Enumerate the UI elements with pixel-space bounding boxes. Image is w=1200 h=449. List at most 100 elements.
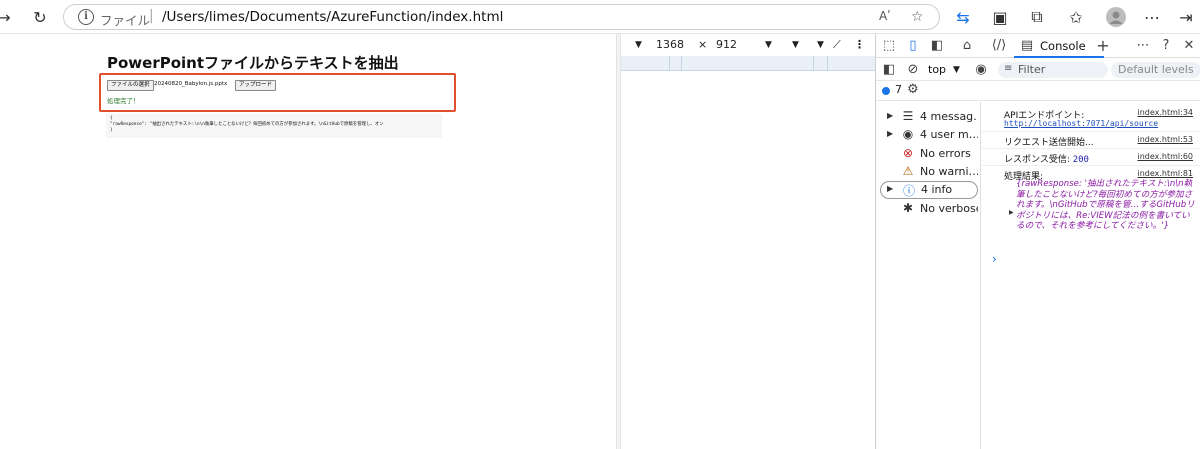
- tab-console-label: Console: [1040, 39, 1086, 53]
- address-bar[interactable]: i ファイル | /Users/limes/Documents/AzureFun…: [63, 4, 940, 30]
- info-icon[interactable]: i: [78, 9, 94, 25]
- sidebar-item-label: 4 info: [921, 183, 953, 196]
- console-toolbar: ◧ ⊘ top ▼ ◉ ≡ Filter Default levels: [876, 59, 1200, 81]
- sidebar-item-label: No warni…: [920, 165, 978, 178]
- sidebar-item-verbose[interactable]: ✱ No verbose: [880, 200, 978, 218]
- url-scheme: ファイル: [100, 13, 151, 28]
- expand-arrow-icon[interactable]: ▶: [887, 184, 893, 193]
- issues-count: 7: [895, 83, 902, 96]
- filter-icon: ≡: [1004, 63, 1013, 74]
- sidebar-toggle-icon[interactable]: ◧: [880, 61, 898, 79]
- dimension-times: ×: [698, 38, 708, 51]
- user-icon: ◉: [902, 127, 914, 141]
- more-tools-icon[interactable]: ⋯: [1134, 37, 1152, 55]
- sidebar-item-errors[interactable]: ⊗ No errors: [880, 145, 978, 163]
- log-levels-label: Default levels: [1118, 63, 1194, 76]
- log-levels-select[interactable]: Default levels: [1111, 62, 1200, 78]
- log-message-text: レスポンス受信:: [1004, 155, 1073, 165]
- tab-console[interactable]: ▤ Console: [1014, 34, 1104, 58]
- elements-code-icon[interactable]: ⟨/⟩: [990, 37, 1008, 55]
- info-icon: ⓘ: [902, 184, 915, 198]
- viewport-width[interactable]: 1368: [656, 38, 684, 51]
- menu-dots-icon[interactable]: ⋯: [1142, 7, 1162, 27]
- device-dropdown-icon[interactable]: ▼: [635, 40, 642, 50]
- log-entry: リクエスト送信開始... index.html:53: [982, 132, 1200, 149]
- browser-toolbar: → ↻ i ファイル | /Users/limes/Documents/Azur…: [0, 0, 1200, 34]
- log-entry: APIエンドポイント: index.html:34 http://localho…: [982, 102, 1200, 132]
- context-dropdown-icon[interactable]: ▼: [953, 65, 960, 75]
- favorite-star-icon[interactable]: ☆: [911, 9, 924, 25]
- console-icon: ▤: [1020, 38, 1034, 53]
- device-toggle-icon[interactable]: ▯: [904, 37, 922, 55]
- filter-input[interactable]: ≡ Filter: [998, 62, 1108, 78]
- expand-object-arrow-icon[interactable]: ▶: [1009, 209, 1014, 216]
- log-entry: 処理結果: index.html:81 ▶ {rawResponse: '抽出さ…: [982, 166, 1200, 246]
- device-toolbar: ▼ 1368 × 912 ▼ ▼ ▼ ⟋ ⋮: [621, 34, 875, 56]
- extensions-icon[interactable]: ⧉: [1027, 7, 1047, 27]
- filter-placeholder: Filter: [1018, 63, 1046, 76]
- devtools-panel: ⬚ ▯ ◧ ⌂ ⟨/⟩ ▤ Console + ⋯ ? ✕ ◧ ⊘ top ▼ …: [875, 34, 1200, 449]
- sidebar-item-warnings[interactable]: ⚠ No warni…: [880, 163, 978, 181]
- sidebar-item-label: No verbose: [920, 202, 978, 215]
- log-source-link[interactable]: index.html:34: [1137, 108, 1193, 117]
- console-log: APIエンドポイント: index.html:34 http://localho…: [982, 102, 1200, 449]
- url-separator: |: [149, 8, 154, 24]
- log-source-link[interactable]: index.html:53: [1137, 135, 1193, 144]
- zoom-dropdown-icon[interactable]: ▼: [765, 40, 772, 50]
- log-source-link[interactable]: index.html:60: [1137, 152, 1193, 161]
- console-prompt[interactable]: ›: [992, 252, 997, 266]
- settings-gear-icon[interactable]: ⚙: [907, 82, 919, 97]
- avatar[interactable]: [1106, 7, 1126, 27]
- result-line: }: [110, 128, 113, 133]
- sidebar-item-label: 4 user m…: [920, 128, 978, 141]
- error-icon: ⊗: [902, 146, 914, 160]
- highlight-outline: [99, 73, 456, 112]
- issues-row[interactable]: 7 ⚙: [876, 81, 1200, 101]
- context-select[interactable]: top: [928, 63, 946, 76]
- sidebar-item-label: No errors: [920, 147, 971, 160]
- log-source-link[interactable]: index.html:81: [1137, 169, 1193, 178]
- log-message: レスポンス受信: 200: [1004, 152, 1089, 165]
- clear-console-icon[interactable]: ⊘: [904, 61, 922, 79]
- screencast-icon[interactable]: ⇆: [953, 7, 973, 27]
- sidebar-item-label: 4 messag…: [920, 110, 978, 123]
- dock-icon[interactable]: ◧: [928, 37, 946, 55]
- throttle-dropdown-icon[interactable]: ▼: [792, 40, 799, 50]
- welcome-home-icon[interactable]: ⌂: [958, 37, 976, 55]
- back-arrow-icon[interactable]: →: [0, 7, 14, 27]
- device-viewport: [621, 71, 875, 449]
- log-url-link[interactable]: http://localhost:7071/api/source: [1004, 119, 1158, 128]
- viewport-height[interactable]: 912: [716, 38, 737, 51]
- sidebar-item-messages[interactable]: ▶ ☰ 4 messag…: [880, 108, 978, 126]
- tab-actions-icon[interactable]: ▣: [990, 7, 1010, 27]
- page-title: PowerPointファイルからテキストを抽出: [107, 54, 399, 72]
- device-more-icon[interactable]: ⋮: [854, 38, 865, 51]
- reload-icon[interactable]: ↻: [30, 7, 50, 27]
- status-code: 200: [1072, 155, 1089, 165]
- issues-badge-icon: [882, 87, 890, 95]
- bug-icon: ✱: [902, 201, 914, 215]
- save-data-dropdown-icon[interactable]: ▼: [817, 40, 824, 50]
- log-object-preview[interactable]: {rawResponse: '抽出されたテキスト:\n\n執筆したことないけど?…: [1016, 179, 1198, 232]
- close-icon[interactable]: ✕: [1180, 37, 1198, 55]
- devtools-tabbar: ⬚ ▯ ◧ ⌂ ⟨/⟩ ▤ Console + ⋯ ? ✕: [876, 34, 1200, 58]
- read-aloud-icon[interactable]: Aʹ: [879, 9, 891, 23]
- expand-arrow-icon[interactable]: ▶: [887, 111, 893, 120]
- log-message: リクエスト送信開始...: [1004, 138, 1094, 148]
- url-path[interactable]: /Users/limes/Documents/AzureFunction/ind…: [162, 9, 503, 25]
- add-tab-icon[interactable]: +: [1094, 37, 1112, 55]
- result-output: { "rawResponse": "抽出されたテキスト:\n\n執筆したことない…: [106, 114, 442, 138]
- expand-arrow-icon[interactable]: ▶: [887, 129, 893, 138]
- list-icon: ☰: [902, 109, 914, 123]
- console-sidebar: ▶ ☰ 4 messag… ▶ ◉ 4 user m… ⊗ No errors …: [876, 102, 981, 449]
- rotate-icon[interactable]: ⟋: [833, 38, 841, 52]
- exit-icon[interactable]: ⇥: [1176, 7, 1196, 27]
- warning-icon: ⚠: [902, 164, 914, 178]
- sidebar-item-user-messages[interactable]: ▶ ◉ 4 user m…: [880, 126, 978, 144]
- live-expression-eye-icon[interactable]: ◉: [972, 61, 990, 79]
- inspect-icon[interactable]: ⬚: [880, 37, 898, 55]
- sidebar-item-info[interactable]: ▶ ⓘ 4 info: [880, 181, 978, 199]
- favorites-icon[interactable]: ✩: [1066, 7, 1086, 27]
- help-icon[interactable]: ?: [1157, 37, 1175, 55]
- media-query-ruler[interactable]: [621, 56, 875, 71]
